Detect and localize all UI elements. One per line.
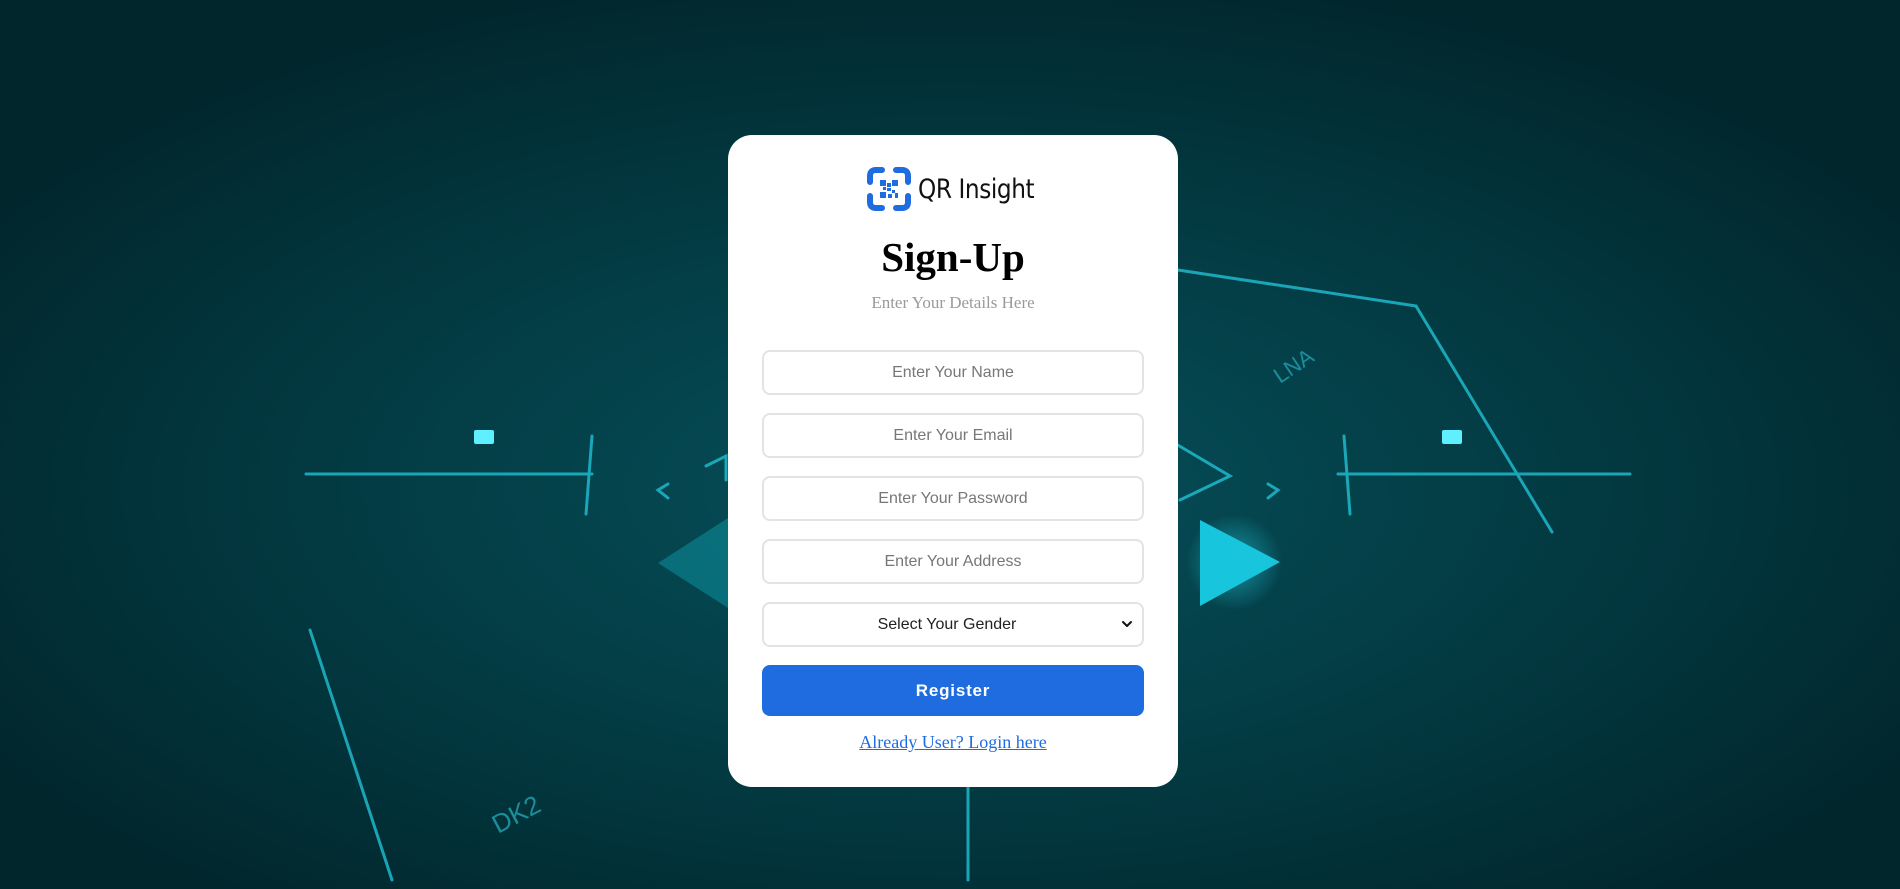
login-link[interactable]: Already User? Login here bbox=[728, 732, 1178, 753]
chevron-down-icon bbox=[1122, 621, 1132, 627]
brand-logo: QR Insight bbox=[866, 166, 1053, 212]
qr-scan-icon bbox=[867, 167, 911, 211]
address-input[interactable] bbox=[762, 539, 1144, 584]
register-button[interactable]: Register bbox=[762, 665, 1144, 716]
gender-select[interactable]: Select Your Gender bbox=[762, 602, 1144, 647]
page-title: Sign-Up bbox=[881, 234, 1025, 280]
brand-name: QR Insight bbox=[918, 173, 1035, 205]
gender-select-value: Select Your Gender bbox=[877, 615, 1017, 633]
name-input[interactable] bbox=[762, 350, 1144, 395]
page-subtitle: Enter Your Details Here bbox=[871, 293, 1035, 312]
password-input[interactable] bbox=[762, 476, 1144, 521]
email-input[interactable] bbox=[762, 413, 1144, 458]
signup-card: QR Insight Sign-Up Enter Your Details He… bbox=[728, 135, 1178, 787]
